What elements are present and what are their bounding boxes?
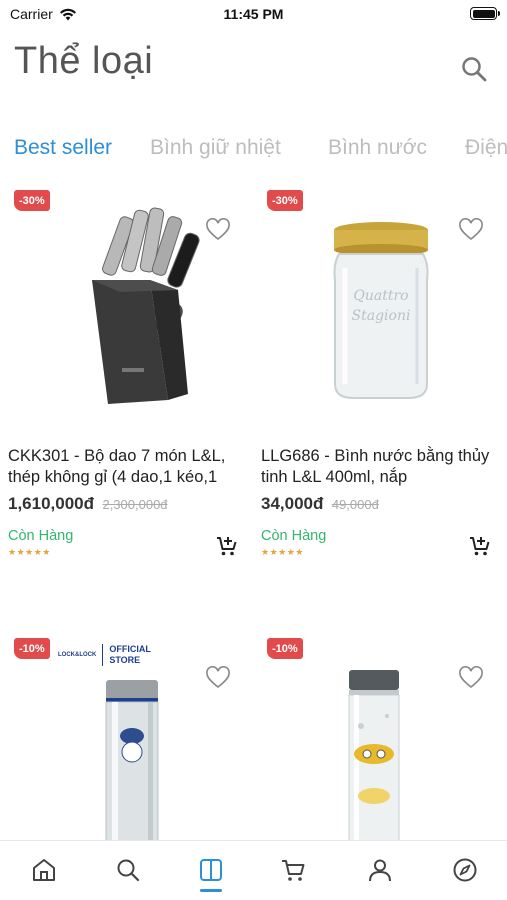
rating-stars: ★★★★★ (8, 547, 51, 557)
compass-icon[interactable] (452, 857, 478, 883)
store-text: STORE (109, 655, 141, 665)
bottom-tab-bar (0, 840, 507, 900)
product-price: 34,000đ (261, 494, 324, 513)
user-icon[interactable] (367, 857, 393, 883)
tab-binh-giu-nhiet[interactable]: Bình giữ nhiệt (150, 136, 281, 160)
heart-icon[interactable] (205, 218, 231, 242)
product-card[interactable]: -30% CKK301 - Bộ dao 7 món L&L, thép khô… (8, 188, 253, 588)
discount-badge: -10% (14, 638, 50, 659)
category-tabs: Best seller Bình giữ nhiệt Bình nước Điệ… (0, 136, 507, 170)
search-icon[interactable] (459, 54, 489, 84)
official-text: OFFICIAL (109, 644, 151, 654)
tab-best-seller[interactable]: Best seller (14, 136, 112, 160)
cart-icon[interactable] (280, 857, 306, 883)
page-title: Thể loại (14, 40, 154, 82)
official-store-text: OFFICIAL STORE (109, 644, 151, 666)
heart-icon[interactable] (458, 666, 484, 690)
add-to-cart-icon[interactable] (215, 534, 239, 558)
lock-lock-logo: LOCK&LOCK (58, 651, 97, 658)
product-grid: -30% CKK301 - Bộ dao 7 món L&L, thép khô… (0, 188, 507, 840)
product-old-price: 2,300,000đ (102, 497, 168, 512)
price-row: 34,000đ 49,000đ (261, 494, 506, 514)
tab-binh-nuoc[interactable]: Bình nước (328, 136, 427, 160)
header: Thể loại (0, 40, 507, 96)
product-image[interactable]: -30% (8, 188, 253, 438)
discount-badge: -30% (14, 190, 50, 211)
product-image[interactable]: -10% LOCK&LOCK OFFICIAL STORE (8, 636, 253, 840)
discount-badge: -10% (267, 638, 303, 659)
search-icon[interactable] (115, 857, 141, 883)
svg-text:Quattro: Quattro (353, 288, 408, 304)
rating-stars: ★★★★★ (261, 547, 304, 557)
official-store-logo: LOCK&LOCK OFFICIAL STORE (58, 644, 151, 666)
active-tab-indicator (200, 889, 222, 892)
book-icon[interactable] (198, 857, 224, 883)
product-price: 1,610,000đ (8, 494, 95, 513)
discount-badge: -30% (267, 190, 303, 211)
home-icon[interactable] (31, 857, 57, 883)
product-card[interactable]: -10% (261, 636, 506, 840)
svg-text:Stagioni: Stagioni (352, 308, 411, 324)
stock-status: Còn Hàng (261, 528, 327, 544)
status-time: 11:45 PM (223, 6, 284, 22)
product-old-price: 49,000đ (331, 497, 379, 512)
status-bar: Carrier 11:45 PM (0, 0, 507, 28)
battery-icon (470, 7, 500, 20)
product-card[interactable]: -30% Quattro Stagioni LLG686 - Bình nước… (261, 188, 506, 588)
price-row: 1,610,000đ 2,300,000đ (8, 494, 253, 514)
add-to-cart-icon[interactable] (468, 534, 492, 558)
heart-icon[interactable] (458, 218, 484, 242)
product-image[interactable]: -30% Quattro Stagioni (261, 188, 506, 438)
product-card[interactable]: -10% LOCK&LOCK OFFICIAL STORE (8, 636, 253, 840)
stock-status: Còn Hàng (8, 528, 74, 544)
product-name[interactable]: LLG686 - Bình nước bằng thủy tinh L&L 40… (261, 446, 506, 490)
product-name[interactable]: CKK301 - Bộ dao 7 món L&L, thép không gỉ… (8, 446, 253, 490)
logo-divider (102, 644, 104, 666)
product-image[interactable]: -10% (261, 636, 506, 840)
heart-icon[interactable] (205, 666, 231, 690)
tab-dien[interactable]: Điện (465, 136, 507, 160)
